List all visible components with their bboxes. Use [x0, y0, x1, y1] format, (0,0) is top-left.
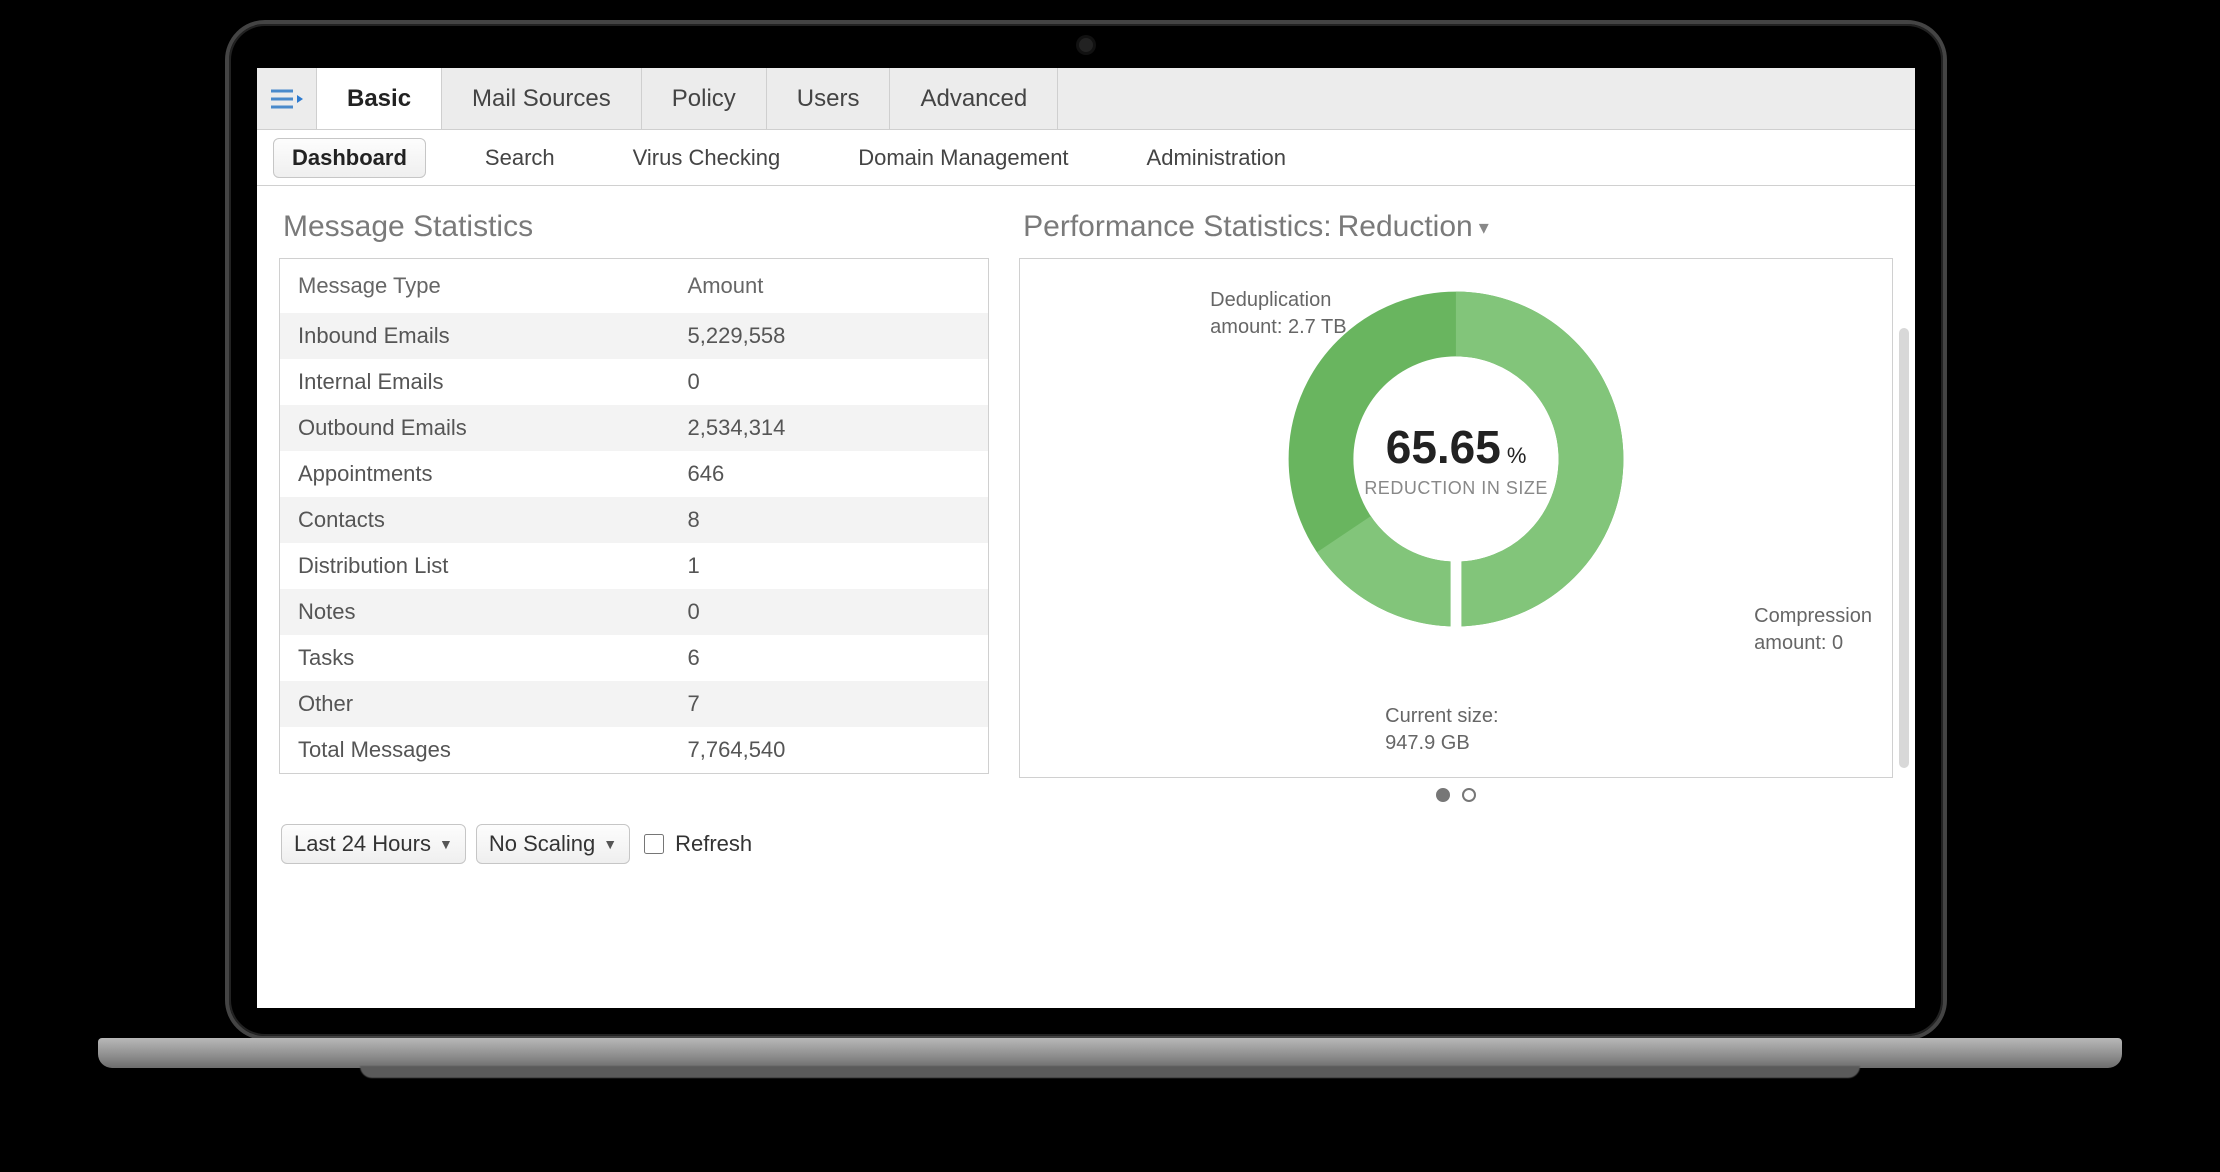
scaling-value: No Scaling — [489, 831, 595, 857]
cell-amount: 1 — [670, 543, 989, 589]
chevron-down-icon: ▼ — [603, 836, 617, 852]
cell-message-type: Tasks — [280, 635, 670, 681]
cell-amount: 0 — [670, 589, 989, 635]
table-row: Internal Emails0 — [280, 359, 989, 405]
tab-policy[interactable]: Policy — [642, 68, 767, 129]
tab-basic[interactable]: Basic — [317, 68, 442, 129]
tab-mail-sources[interactable]: Mail Sources — [442, 68, 642, 129]
subtab-virus-checking[interactable]: Virus Checking — [614, 138, 800, 178]
cell-message-type: Other — [280, 681, 670, 727]
perf-title-prefix: Performance Statistics: — [1023, 210, 1331, 244]
cell-amount: 5,229,558 — [670, 313, 989, 359]
table-row: Inbound Emails5,229,558 — [280, 313, 989, 359]
cell-message-type: Notes — [280, 589, 670, 635]
time-range-dropdown[interactable]: Last 24 Hours ▼ — [281, 824, 466, 864]
subtab-label: Search — [485, 145, 555, 170]
cell-amount: 646 — [670, 451, 989, 497]
reduction-center-label: REDUCTION IN SIZE — [1364, 478, 1548, 499]
time-range-value: Last 24 Hours — [294, 831, 431, 857]
tab-label: Basic — [347, 85, 411, 113]
subtab-administration[interactable]: Administration — [1128, 138, 1305, 178]
perf-metric: Reduction — [1338, 210, 1473, 244]
table-row: Appointments646 — [280, 451, 989, 497]
laptop-base — [98, 1038, 2122, 1068]
refresh-label: Refresh — [675, 831, 752, 857]
annotation-compression: Compression amount: 0 — [1754, 603, 1872, 657]
tab-users[interactable]: Users — [767, 68, 891, 129]
cell-message-type: Outbound Emails — [280, 405, 670, 451]
performance-statistics-title[interactable]: Performance Statistics: Reduction ▾ — [1023, 210, 1893, 244]
table-row: Total Messages7,764,540 — [280, 727, 989, 774]
cell-amount: 7,764,540 — [670, 727, 989, 774]
cell-message-type: Inbound Emails — [280, 313, 670, 359]
table-row: Other7 — [280, 681, 989, 727]
card-pager — [1019, 788, 1893, 802]
cell-message-type: Contacts — [280, 497, 670, 543]
chevron-down-icon: ▾ — [1479, 215, 1489, 240]
message-statistics-table: Message Type Amount Inbound Emails5,229,… — [279, 258, 989, 774]
table-row: Notes0 — [280, 589, 989, 635]
cell-amount: 6 — [670, 635, 989, 681]
tab-label: Policy — [672, 85, 736, 113]
tab-advanced[interactable]: Advanced — [890, 68, 1058, 129]
cell-amount: 7 — [670, 681, 989, 727]
footer-controls: Last 24 Hours ▼ No Scaling ▼ Refresh — [279, 802, 1893, 884]
main-tabs: Basic Mail Sources Policy Users Advanced — [257, 68, 1915, 130]
laptop-foot — [360, 1066, 1860, 1078]
subtab-dashboard[interactable]: Dashboard — [273, 138, 426, 178]
reduction-percent-unit: % — [1507, 443, 1527, 469]
menu-toggle-button[interactable] — [257, 68, 317, 129]
table-row: Tasks6 — [280, 635, 989, 681]
table-row: Contacts8 — [280, 497, 989, 543]
cell-message-type: Appointments — [280, 451, 670, 497]
cell-amount: 8 — [670, 497, 989, 543]
reduction-percent-value: 65.65 — [1386, 420, 1501, 474]
table-row: Distribution List1 — [280, 543, 989, 589]
subtab-label: Virus Checking — [633, 145, 781, 170]
chevron-down-icon: ▼ — [439, 836, 453, 852]
laptop-frame: Basic Mail Sources Policy Users Advanced… — [225, 20, 1947, 1040]
refresh-toggle[interactable]: Refresh — [640, 831, 752, 857]
performance-card: Deduplication amount: 2.7 TB — [1019, 258, 1893, 778]
cell-message-type: Total Messages — [280, 727, 670, 774]
scrollbar[interactable] — [1899, 328, 1909, 768]
subtab-domain-management[interactable]: Domain Management — [839, 138, 1087, 178]
sub-tabs: Dashboard Search Virus Checking Domain M… — [257, 130, 1915, 186]
annotation-current-size: Current size: 947.9 GB — [1385, 703, 1498, 757]
tab-label: Mail Sources — [472, 85, 611, 113]
camera-icon — [1079, 38, 1093, 52]
pager-dot-2[interactable] — [1462, 788, 1476, 802]
tab-label: Advanced — [920, 85, 1027, 113]
subtab-label: Domain Management — [858, 145, 1068, 170]
refresh-checkbox[interactable] — [644, 834, 664, 854]
cell-message-type: Internal Emails — [280, 359, 670, 405]
subtab-label: Administration — [1147, 145, 1286, 170]
scaling-dropdown[interactable]: No Scaling ▼ — [476, 824, 630, 864]
table-row: Outbound Emails2,534,314 — [280, 405, 989, 451]
pager-dot-1[interactable] — [1436, 788, 1450, 802]
subtab-label: Dashboard — [292, 145, 407, 170]
message-statistics-title: Message Statistics — [283, 210, 989, 244]
subtab-search[interactable]: Search — [466, 138, 574, 178]
col-message-type[interactable]: Message Type — [280, 259, 670, 314]
col-amount[interactable]: Amount — [670, 259, 989, 314]
cell-message-type: Distribution List — [280, 543, 670, 589]
menu-icon — [271, 88, 303, 110]
reduction-donut-chart: 65.65 % REDUCTION IN SIZE — [1276, 279, 1636, 639]
cell-amount: 0 — [670, 359, 989, 405]
app-screen: Basic Mail Sources Policy Users Advanced… — [257, 68, 1915, 1008]
cell-amount: 2,534,314 — [670, 405, 989, 451]
tab-label: Users — [797, 85, 860, 113]
